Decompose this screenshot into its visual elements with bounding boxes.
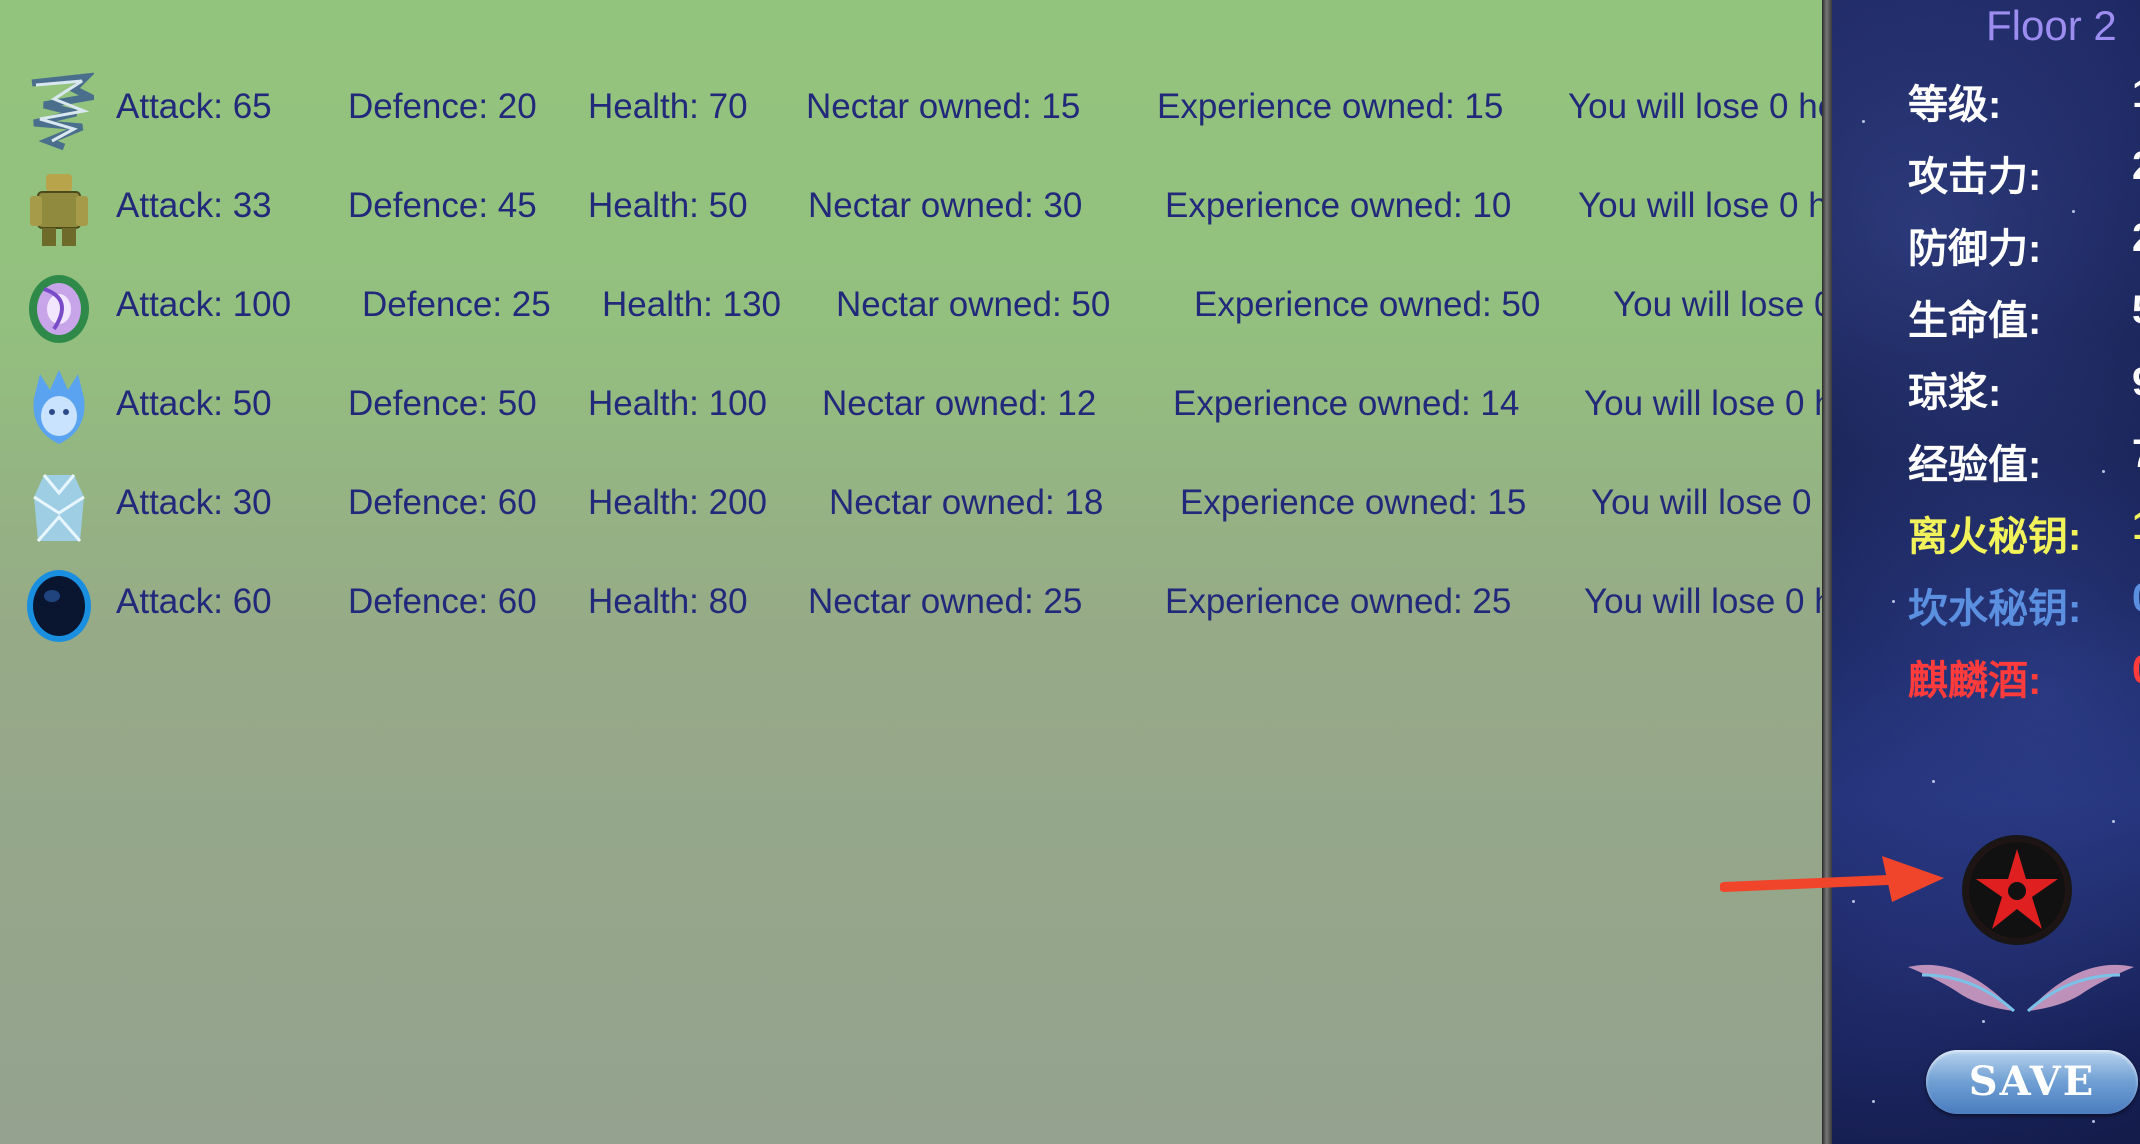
water-key-label: 坎水秘钥:	[1908, 587, 2082, 631]
defense-label: 防御力:	[1908, 227, 2042, 271]
nectar-value: Nectar owned: 25	[808, 582, 1083, 621]
defence-value: Defence: 25	[362, 285, 551, 324]
health-value: Health: 80	[588, 582, 748, 621]
defense-stat: 防御力: 2	[1908, 216, 2140, 274]
health-loss-text: You will lose 0 health	[1584, 384, 1822, 423]
nectar-value: Nectar owned: 18	[829, 483, 1104, 522]
wings-icon	[1908, 964, 2134, 1013]
defence-value: Defence: 45	[348, 186, 537, 225]
whirlwind-monster-icon	[31, 72, 94, 151]
health-value: Health: 100	[588, 384, 768, 423]
defence-value: Defence: 50	[348, 384, 537, 423]
hp-stat-value: 5	[2132, 288, 2140, 333]
health-loss-text: You will lose 0 health	[1584, 582, 1822, 621]
attack-value: Attack: 33	[116, 186, 272, 225]
qilin-wine-value: 0	[2132, 648, 2140, 693]
red-pointer-arrow-icon	[1720, 856, 1944, 902]
sharingan-emblem-icon[interactable]	[1962, 835, 2072, 945]
experience-value: Experience owned: 14	[1173, 384, 1520, 423]
attack-value: Attack: 30	[116, 483, 272, 522]
nectar-stat: 琼浆: 9	[1908, 360, 2140, 418]
nectar-stat-value: 9	[2132, 360, 2140, 405]
health-value: Health: 70	[588, 87, 748, 126]
health-loss-text: You will lose 0 health	[1578, 186, 1822, 225]
attack-stat: 攻击力: 2	[1908, 144, 2140, 202]
monster-row: Attack: 33 Defence: 45 Health: 50 Nectar…	[0, 164, 1822, 254]
panel-divider	[1822, 0, 1832, 1144]
dark-orb-monster-icon	[27, 570, 91, 642]
nectar-value: Nectar owned: 50	[836, 285, 1111, 324]
fire-key-value: 1	[2132, 504, 2140, 549]
monster-row: Attack: 65 Defence: 20 Health: 70 Nectar…	[0, 65, 1822, 155]
attack-value: Attack: 100	[116, 285, 292, 324]
health-loss-text: You will lose 0 health	[1568, 87, 1822, 126]
health-value: Health: 50	[588, 186, 748, 225]
water-key-stat: 坎水秘钥: 0	[1908, 576, 2140, 634]
health-value: Health: 130	[602, 285, 782, 324]
hp-label: 生命值:	[1908, 299, 2042, 343]
exp-label: 经验值:	[1908, 443, 2042, 487]
health-loss-text: You will lose 0 health	[1613, 285, 1822, 324]
exp-stat-value: 7	[2132, 432, 2140, 477]
attack-value: Attack: 60	[116, 582, 272, 621]
attack-stat-value: 2	[2132, 144, 2140, 189]
monster-manual-panel: Attack: 65 Defence: 20 Health: 70 Nectar…	[0, 0, 1822, 1144]
experience-value: Experience owned: 15	[1157, 87, 1504, 126]
experience-value: Experience owned: 50	[1194, 285, 1541, 324]
fire-key-label: 离火秘钥:	[1908, 515, 2082, 559]
floor-label: Floor 2	[1986, 2, 2117, 49]
nectar-value: Nectar owned: 30	[808, 186, 1083, 225]
monster-row: Attack: 100 Defence: 25 Health: 130 Nect…	[0, 263, 1822, 353]
water-key-value: 0	[2132, 576, 2140, 621]
qilin-wine-label: 麒麟酒:	[1908, 659, 2042, 703]
defence-value: Defence: 20	[348, 87, 537, 126]
level-stat: 等级: 1	[1908, 72, 2140, 130]
blue-flame-spirit-monster-icon	[33, 370, 85, 444]
vortex-orb-monster-icon	[29, 275, 89, 343]
hero-status-panel: Floor 2 等级: 1 攻击力: 2 防御力: 2 生命值: 5 琼浆: 9…	[1832, 0, 2140, 1144]
monster-row: Attack: 50 Defence: 50 Health: 100 Necta…	[0, 362, 1822, 452]
save-button[interactable]: SAVE	[1926, 1050, 2138, 1114]
experience-value: Experience owned: 15	[1180, 483, 1527, 522]
nectar-label: 琼浆:	[1908, 371, 2002, 415]
attack-value: Attack: 65	[116, 87, 272, 126]
experience-value: Experience owned: 10	[1165, 186, 1512, 225]
level-value: 1	[2132, 72, 2140, 117]
nectar-value: Nectar owned: 15	[806, 87, 1081, 126]
qilin-wine-stat: 麒麟酒: 0	[1908, 648, 2140, 706]
defence-value: Defence: 60	[348, 582, 537, 621]
level-label: 等级:	[1908, 83, 2002, 127]
hp-stat: 生命值: 5	[1908, 288, 2140, 346]
armored-soldier-monster-icon	[30, 174, 88, 246]
exp-stat: 经验值: 7	[1908, 432, 2140, 490]
attack-label: 攻击力:	[1908, 155, 2042, 199]
ice-golem-monster-icon	[33, 474, 85, 542]
fire-key-stat: 离火秘钥: 1	[1908, 504, 2140, 562]
monster-row: Attack: 60 Defence: 60 Health: 80 Nectar…	[0, 560, 1822, 650]
defense-stat-value: 2	[2132, 216, 2140, 261]
health-value: Health: 200	[588, 483, 768, 522]
defence-value: Defence: 60	[348, 483, 537, 522]
health-loss-text: You will lose 0 health	[1591, 483, 1822, 522]
nectar-value: Nectar owned: 12	[822, 384, 1097, 423]
experience-value: Experience owned: 25	[1165, 582, 1512, 621]
monster-row: Attack: 30 Defence: 60 Health: 200 Necta…	[0, 461, 1822, 551]
attack-value: Attack: 50	[116, 384, 272, 423]
